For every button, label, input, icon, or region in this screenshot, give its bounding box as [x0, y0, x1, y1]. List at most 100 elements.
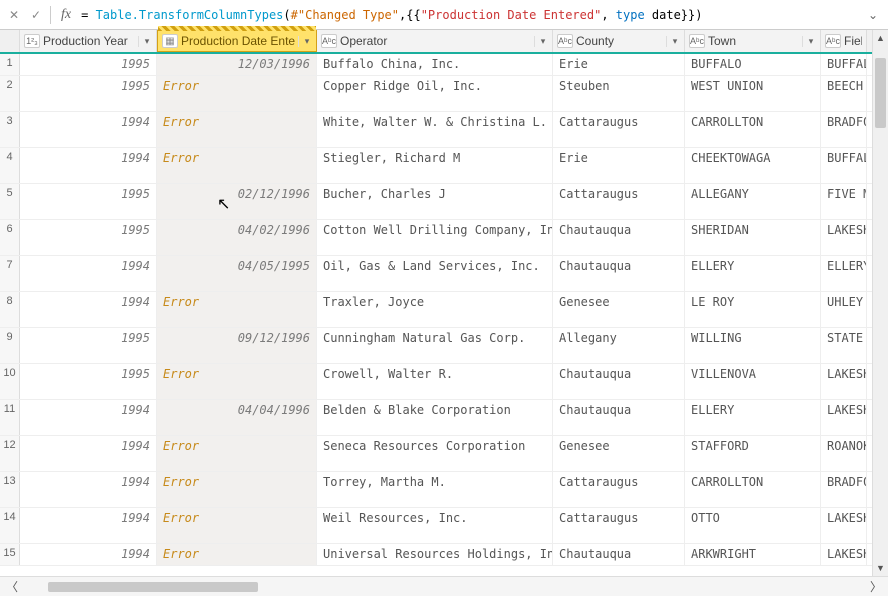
table-row[interactable]: 81994ErrorTraxler, JoyceGeneseeLE ROYUHL… [0, 292, 888, 328]
cell-field[interactable]: BEECH H [821, 76, 867, 111]
cell-operator[interactable]: Crowell, Walter R. [317, 364, 553, 399]
text-type-icon[interactable]: Aᵇc [321, 34, 337, 48]
cell-county[interactable]: Chautauqua [553, 400, 685, 435]
cell-production-year[interactable]: 1994 [20, 508, 157, 543]
cell-operator[interactable]: Belden & Blake Corporation [317, 400, 553, 435]
chevron-down-icon[interactable]: ▾ [802, 36, 816, 47]
cell-county[interactable]: Cattaraugus [553, 112, 685, 147]
cell-town[interactable]: CARROLLTON [685, 472, 821, 507]
cell-operator[interactable]: Weil Resources, Inc. [317, 508, 553, 543]
cell-operator[interactable]: White, Walter W. & Christina L. [317, 112, 553, 147]
cell-production-year[interactable]: 1994 [20, 256, 157, 291]
cell-town[interactable]: CARROLLTON [685, 112, 821, 147]
fx-icon[interactable]: fx [57, 7, 75, 23]
cell-production-year[interactable]: 1994 [20, 436, 157, 471]
cell-county[interactable]: Erie [553, 148, 685, 183]
cell-field[interactable]: ELLERY [821, 256, 867, 291]
cell-operator[interactable]: Cunningham Natural Gas Corp. [317, 328, 553, 363]
cell-field[interactable]: BRADFOR [821, 112, 867, 147]
cell-production-year[interactable]: 1995 [20, 328, 157, 363]
cell-operator[interactable]: Copper Ridge Oil, Inc. [317, 76, 553, 111]
table-row[interactable]: 151994ErrorUniversal Resources Holdings,… [0, 544, 888, 566]
cell-production-date-entered[interactable]: 04/04/1996 [157, 400, 317, 435]
cell-county[interactable]: Cattaraugus [553, 508, 685, 543]
cell-field[interactable]: STATE L [821, 328, 867, 363]
row-number[interactable]: 1 [0, 54, 20, 75]
cell-production-date-entered[interactable]: Error [157, 508, 317, 543]
column-header-county[interactable]: Aᵇc County ▾ [553, 30, 685, 52]
cell-town[interactable]: WEST UNION [685, 76, 821, 111]
cell-town[interactable]: ARKWRIGHT [685, 544, 821, 565]
cell-operator[interactable]: Seneca Resources Corporation [317, 436, 553, 471]
cell-county[interactable]: Steuben [553, 76, 685, 111]
table-row[interactable]: 21995ErrorCopper Ridge Oil, Inc.SteubenW… [0, 76, 888, 112]
row-number[interactable]: 11 [0, 400, 20, 435]
cell-town[interactable]: ELLERY [685, 256, 821, 291]
cell-production-date-entered[interactable]: 04/02/1996 [157, 220, 317, 255]
table-row[interactable]: 41994ErrorStiegler, Richard MErieCHEEKTO… [0, 148, 888, 184]
table-row[interactable]: 131994ErrorTorrey, Martha M.CattaraugusC… [0, 472, 888, 508]
row-number[interactable]: 5 [0, 184, 20, 219]
row-number[interactable]: 4 [0, 148, 20, 183]
date-type-icon[interactable]: ▦ [162, 34, 178, 48]
cell-town[interactable]: OTTO [685, 508, 821, 543]
cell-town[interactable]: ELLERY [685, 400, 821, 435]
scroll-thumb[interactable] [48, 582, 258, 592]
column-header-town[interactable]: Aᵇc Town ▾ [685, 30, 821, 52]
cell-production-date-entered[interactable]: Error [157, 544, 317, 565]
cell-town[interactable]: SHERIDAN [685, 220, 821, 255]
cell-production-date-entered[interactable]: Error [157, 472, 317, 507]
cell-operator[interactable]: Bucher, Charles J [317, 184, 553, 219]
row-number[interactable]: 14 [0, 508, 20, 543]
vertical-scrollbar[interactable]: ▲ ▼ [872, 30, 888, 576]
cell-field[interactable]: FIVE MI [821, 184, 867, 219]
cell-town[interactable]: WILLING [685, 328, 821, 363]
scroll-up-icon[interactable]: ▲ [873, 30, 888, 46]
number-type-icon[interactable]: 1²₃ [24, 34, 40, 48]
scroll-down-icon[interactable]: ▼ [873, 560, 888, 576]
cell-county[interactable]: Chautauqua [553, 256, 685, 291]
cell-county[interactable]: Erie [553, 54, 685, 75]
scroll-track[interactable] [24, 582, 864, 592]
cell-town[interactable]: ALLEGANY [685, 184, 821, 219]
cell-operator[interactable]: Universal Resources Holdings, Incorp [317, 544, 553, 565]
table-row[interactable]: 101995ErrorCrowell, Walter R.ChautauquaV… [0, 364, 888, 400]
cell-county[interactable]: Cattaraugus [553, 184, 685, 219]
cell-production-year[interactable]: 1995 [20, 364, 157, 399]
cell-operator[interactable]: Traxler, Joyce [317, 292, 553, 327]
cell-production-year[interactable]: 1994 [20, 400, 157, 435]
cell-field[interactable]: LAKESHO [821, 544, 867, 565]
expand-formula-icon[interactable]: ⌄ [864, 8, 882, 22]
chevron-down-icon[interactable]: ▾ [138, 36, 152, 47]
cell-county[interactable]: Allegany [553, 328, 685, 363]
row-number[interactable]: 2 [0, 76, 20, 111]
cell-field[interactable]: ROANOKE [821, 436, 867, 471]
table-row[interactable]: 9199509/12/1996Cunningham Natural Gas Co… [0, 328, 888, 364]
cell-production-date-entered[interactable]: 12/03/1996 [157, 54, 317, 75]
row-number-header[interactable] [0, 30, 20, 52]
cell-operator[interactable]: Torrey, Martha M. [317, 472, 553, 507]
cell-production-year[interactable]: 1994 [20, 472, 157, 507]
cell-field[interactable]: UHLEY C [821, 292, 867, 327]
chevron-down-icon[interactable]: ▾ [534, 36, 548, 47]
cell-production-date-entered[interactable]: Error [157, 148, 317, 183]
table-row[interactable]: 121994ErrorSeneca Resources CorporationG… [0, 436, 888, 472]
cell-field[interactable]: BUFFALO [821, 148, 867, 183]
horizontal-scrollbar[interactable]: 〈 〉 [0, 576, 888, 596]
cell-field[interactable]: LAKESHO [821, 508, 867, 543]
column-header-operator[interactable]: Aᵇc Operator ▾ [317, 30, 553, 52]
chevron-down-icon[interactable]: ▾ [298, 36, 312, 47]
cell-operator[interactable]: Oil, Gas & Land Services, Inc. [317, 256, 553, 291]
cell-town[interactable]: STAFFORD [685, 436, 821, 471]
column-header-production-year[interactable]: 1²₃ Production Year ▾ [20, 30, 157, 52]
column-header-field[interactable]: Aᵇc Field [821, 30, 867, 52]
row-number[interactable]: 9 [0, 328, 20, 363]
row-number[interactable]: 7 [0, 256, 20, 291]
cancel-icon[interactable]: ✕ [6, 7, 22, 23]
cell-county[interactable]: Cattaraugus [553, 472, 685, 507]
cell-town[interactable]: LE ROY [685, 292, 821, 327]
cell-production-date-entered[interactable]: 09/12/1996 [157, 328, 317, 363]
row-number[interactable]: 13 [0, 472, 20, 507]
cell-operator[interactable]: Stiegler, Richard M [317, 148, 553, 183]
text-type-icon[interactable]: Aᵇc [557, 34, 573, 48]
